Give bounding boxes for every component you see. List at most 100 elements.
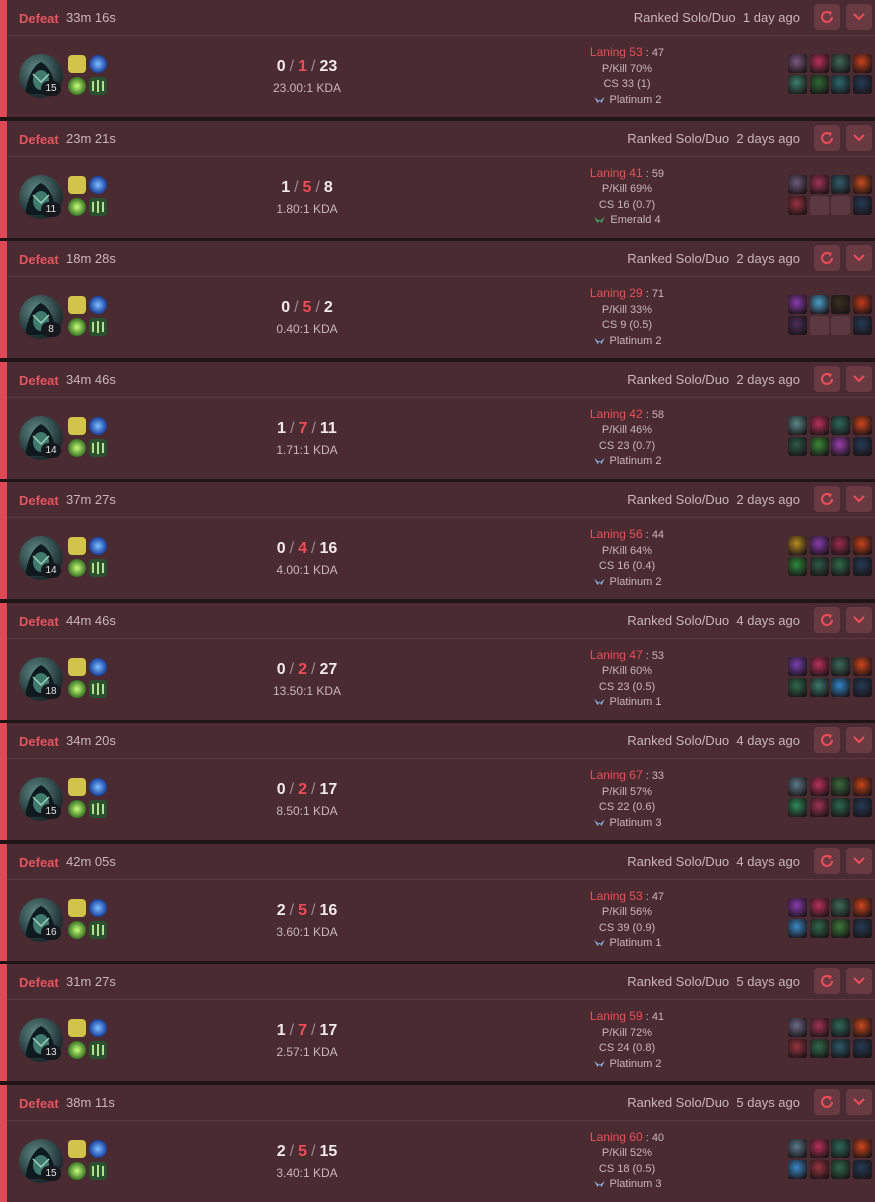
secondary-rune-icon <box>89 77 107 95</box>
expand-details-button[interactable] <box>846 4 872 30</box>
match-header: Defeat 38m 11s Ranked Solo/Duo 5 days ag… <box>7 1085 875 1121</box>
match-card[interactable]: Defeat 33m 16s Ranked Solo/Duo 1 day ago <box>0 0 875 117</box>
match-stats: Laning 59 : 41 P/Kill 72% CS 24 (0.8) Pl… <box>567 1009 687 1072</box>
assists: 16 <box>319 901 338 919</box>
item-slot <box>831 918 850 938</box>
match-body: 18 0/2/27 13.50:1 KDA Laning 47 : 53 P/K… <box>7 639 875 720</box>
replay-button[interactable] <box>814 968 840 994</box>
match-card[interactable]: Defeat 44m 46s Ranked Solo/Duo 4 days ag… <box>0 602 875 720</box>
item-slot <box>809 798 829 817</box>
replay-button[interactable] <box>814 727 840 753</box>
kda-ratio: 23.00:1 KDA <box>272 81 342 95</box>
summoner-spell-flash-icon <box>68 175 86 194</box>
match-card[interactable]: Defeat 38m 11s Ranked Solo/Duo 5 days ag… <box>0 1084 875 1202</box>
trinket-icon <box>852 777 872 796</box>
replay-icon <box>821 252 833 264</box>
item-slot <box>788 415 807 435</box>
replay-icon <box>821 493 833 505</box>
item-slot <box>831 536 850 555</box>
keystone-rune-icon <box>68 1041 86 1059</box>
chevron-down-icon <box>853 254 865 262</box>
kills: 2 <box>276 1142 286 1160</box>
expand-details-button[interactable] <box>846 727 872 753</box>
champion-level: 15 <box>41 1165 61 1181</box>
summoner-spell-flash-icon <box>68 55 86 73</box>
summoner-spell-barrier-icon <box>89 1019 107 1037</box>
item-slot <box>788 1039 807 1058</box>
summoner-spell-barrier-icon <box>89 1139 107 1158</box>
match-card[interactable]: Defeat 18m 28s Ranked Solo/Duo 2 days ag… <box>0 241 875 358</box>
kill-death-assist: 0/2/27 <box>276 660 338 678</box>
match-duration: 38m 11s <box>66 1094 115 1110</box>
item-slot <box>831 1159 850 1179</box>
kills: 1 <box>281 178 291 196</box>
expand-details-button[interactable] <box>846 245 872 271</box>
average-rank: Platinum 3 <box>567 1177 687 1193</box>
item-slot <box>809 677 829 697</box>
match-queue-and-time: Ranked Solo/Duo 4 days ago <box>627 853 800 869</box>
expand-details-button[interactable] <box>846 486 872 512</box>
average-rank: Platinum 2 <box>567 575 687 591</box>
item-slot <box>809 415 829 435</box>
match-card[interactable]: Defeat 34m 20s Ranked Solo/Duo 4 days ag… <box>0 723 875 840</box>
chevron-down-icon <box>853 1097 865 1105</box>
expand-details-button[interactable] <box>846 365 872 392</box>
match-queue-and-time: Ranked Solo/Duo 4 days ago <box>627 612 800 628</box>
deaths: 5 <box>298 1142 307 1160</box>
match-card[interactable]: Defeat 37m 27s Ranked Solo/Duo 2 days ag… <box>0 482 875 599</box>
match-card[interactable]: Defeat 34m 46s Ranked Solo/Duo 2 days ag… <box>0 361 875 479</box>
keystone-rune-icon <box>68 559 86 577</box>
replay-button[interactable] <box>814 486 840 512</box>
replay-button[interactable] <box>814 847 840 874</box>
average-rank: Platinum 1 <box>567 936 687 952</box>
replay-button[interactable] <box>814 4 840 30</box>
rank-emblem-icon <box>593 819 605 826</box>
summoner-spell-barrier-icon <box>89 778 107 796</box>
item-slot <box>788 195 807 215</box>
kill-participation: P/Kill 72% <box>601 1026 653 1039</box>
kills: 0 <box>276 781 286 798</box>
match-duration: 34m 46s <box>66 371 116 387</box>
summoner-spell-flash-icon <box>68 416 86 435</box>
ward-icon <box>852 1039 872 1058</box>
match-result: Defeat <box>19 734 59 749</box>
expand-details-button[interactable] <box>846 606 872 633</box>
average-rank: Platinum 2 <box>567 334 687 350</box>
replay-button[interactable] <box>814 1088 840 1115</box>
item-slot <box>788 677 807 697</box>
match-stats: Laning 53 : 47 P/Kill 56% CS 39 (0.9) Pl… <box>567 889 687 952</box>
expand-details-button[interactable] <box>846 847 872 874</box>
expand-details-button[interactable] <box>846 1088 872 1115</box>
match-card[interactable]: Defeat 31m 27s Ranked Solo/Duo 5 days ag… <box>0 964 875 1081</box>
replay-button[interactable] <box>814 606 840 633</box>
rank-emblem-icon <box>593 578 605 585</box>
match-card[interactable]: Defeat 23m 21s Ranked Solo/Duo 2 days ag… <box>0 120 875 238</box>
item-slot <box>809 1159 829 1179</box>
replay-button[interactable] <box>814 245 840 271</box>
trinket-icon <box>852 897 872 917</box>
creep-score: CS 18 (0.5) <box>598 1162 656 1175</box>
replay-button[interactable] <box>814 365 840 392</box>
replay-button[interactable] <box>814 124 840 151</box>
item-slot <box>831 174 850 194</box>
match-body: 15 0/2/17 8.50:1 KDA Laning 67 : 33 P/Ki… <box>7 759 875 840</box>
champion-level: 15 <box>41 81 61 96</box>
expand-details-button[interactable] <box>846 124 872 151</box>
replay-icon <box>821 1095 833 1108</box>
keystone-rune-icon <box>68 318 86 336</box>
deaths: 5 <box>302 178 312 196</box>
item-slot <box>788 295 807 314</box>
item-slot <box>809 54 829 73</box>
kills: 1 <box>276 1022 286 1039</box>
match-duration: 44m 46s <box>66 612 116 628</box>
secondary-rune-icon <box>89 800 107 818</box>
kda-ratio: 1.80:1 KDA <box>276 201 338 216</box>
item-slot <box>788 656 807 676</box>
summoner-spell-barrier-icon <box>89 898 107 917</box>
deaths: 2 <box>298 781 307 798</box>
item-slot <box>788 174 807 194</box>
summoner-spell-barrier-icon <box>89 175 107 194</box>
expand-details-button[interactable] <box>846 968 872 994</box>
match-result: Defeat <box>19 11 59 26</box>
match-card[interactable]: Defeat 42m 05s Ranked Solo/Duo 4 days ag… <box>0 843 875 961</box>
